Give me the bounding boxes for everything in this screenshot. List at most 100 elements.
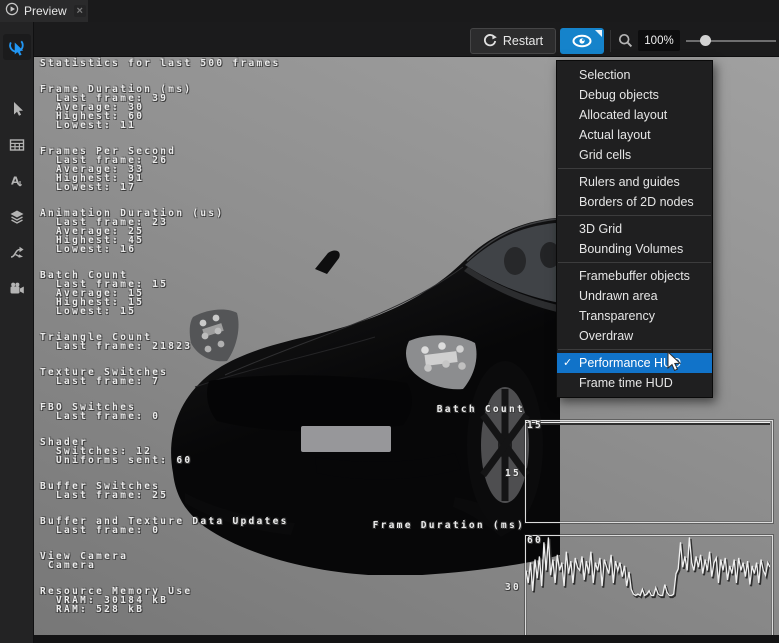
select-tool-button[interactable] — [3, 96, 31, 122]
hud-line: Last frame: 21823 — [40, 342, 289, 351]
mouse-cursor — [664, 351, 684, 373]
hud-stat-group: Animation Duration (us) Last frame: 23 A… — [40, 209, 289, 254]
hud-line: Uniforms sent: 60 — [40, 456, 289, 465]
preview-toolbar: Restart 100% — [34, 22, 779, 57]
menu-item-label: Allocated layout — [579, 108, 667, 122]
magnifier-icon — [618, 33, 633, 53]
toolbar-separator — [610, 30, 611, 52]
play-circle-icon — [5, 2, 19, 21]
camera-tool-button[interactable] — [3, 276, 31, 302]
menu-item-undrawn-area[interactable]: Undrawn area — [557, 286, 712, 306]
frame-chart-mid-label: 30 — [505, 583, 521, 592]
layers-icon — [9, 209, 25, 225]
frame-chart-title: Frame Duration (ms) — [305, 521, 525, 530]
menu-item-grid-cells[interactable]: Grid cells — [557, 145, 712, 165]
menu-item-borders-of-2d-nodes[interactable]: Borders of 2D nodes — [557, 192, 712, 212]
hud-stat-group: Texture Switches Last frame: 7 — [40, 368, 289, 386]
menu-item-overdraw[interactable]: Overdraw — [557, 326, 712, 346]
hud-stat-group: Triangle Count Last frame: 21823 — [40, 333, 289, 351]
hud-line: Statistics for last 500 frames — [40, 59, 289, 68]
tab-close-icon[interactable]: × — [74, 5, 86, 17]
dropdown-corner-icon — [595, 30, 602, 37]
menu-item-label: Transparency — [579, 309, 655, 323]
batch-count-chart — [525, 420, 773, 523]
menu-item-label: Overdraw — [579, 329, 633, 343]
hud-line: Lowest: 16 — [40, 245, 289, 254]
viewport-footer — [34, 635, 779, 643]
menu-item-label: 3D Grid — [579, 222, 622, 236]
visibility-dropdown-menu: Selection Debug objects Allocated layout Ac… — [556, 60, 713, 398]
menu-item-label: Rulers and guides — [579, 175, 680, 189]
menu-separator — [558, 349, 711, 350]
menu-item-label: Selection — [579, 68, 630, 82]
menu-item-label: Framebuffer objects — [579, 269, 690, 283]
menu-item-performance-hud[interactable]: ✓Performance HUD — [557, 353, 712, 373]
hud-stat-group: View Camera Camera — [40, 552, 289, 570]
grid-tool-button[interactable] — [3, 132, 31, 158]
hud-line: Last frame: 7 — [40, 377, 289, 386]
hud-stat-group: Buffer Switches Last frame: 25 — [40, 482, 289, 500]
layers-tool-button[interactable] — [3, 204, 31, 230]
branch-arrows-icon — [9, 245, 25, 261]
menu-item-label: Bounding Volumes — [579, 242, 683, 256]
menu-item-debug-objects[interactable]: Debug objects — [557, 85, 712, 105]
hud-line: Lowest: 15 — [40, 307, 289, 316]
hud-stat-group: Frame Duration (ms) Last frame: 39 Avera… — [40, 85, 289, 130]
eye-icon — [571, 34, 593, 48]
preview-window: Preview × A — [0, 0, 779, 643]
menu-item-allocated-layout[interactable]: Allocated layout — [557, 105, 712, 125]
hud-line: Last frame: 0 — [40, 526, 289, 535]
hud-line: Lowest: 17 — [40, 183, 289, 192]
menu-item-label: Debug objects — [579, 88, 659, 102]
video-camera-icon — [9, 281, 25, 297]
batch-chart-title: Batch Count — [305, 405, 525, 414]
hud-line: Camera — [40, 561, 289, 570]
checkmark-icon: ✓ — [563, 353, 572, 373]
grid-icon — [9, 137, 25, 153]
tab-bar: Preview × — [0, 0, 779, 22]
hud-stat-group: Frames Per Second Last frame: 26 Average… — [40, 147, 289, 192]
tool-sidebar: A — [0, 22, 34, 643]
menu-separator — [558, 262, 711, 263]
hud-line: Last frame: 0 — [40, 412, 289, 421]
menu-item-actual-layout[interactable]: Actual layout — [557, 125, 712, 145]
text-tool-button[interactable]: A — [3, 168, 31, 194]
menu-item-transparency[interactable]: Transparency — [557, 306, 712, 326]
hud-line: Lowest: 11 — [40, 121, 289, 130]
zoom-slider-handle[interactable] — [700, 35, 711, 46]
visibility-toggle-button[interactable] — [560, 28, 604, 54]
menu-item-bounding-volumes[interactable]: Bounding Volumes — [557, 239, 712, 259]
touch-cursor-icon — [8, 38, 26, 56]
menu-item-rulers-and-guides[interactable]: Rulers and guides — [557, 172, 712, 192]
hud-line: Last frame: 25 — [40, 491, 289, 500]
zoom-slider[interactable] — [686, 28, 776, 54]
hud-stat-group: FBO Switches Last frame: 0 — [40, 403, 289, 421]
batch-chart-max-label: 15 — [527, 421, 543, 430]
frame-duration-chart — [525, 535, 773, 635]
interactive-select-tool-button[interactable] — [3, 34, 31, 60]
menu-item-label: Grid cells — [579, 148, 631, 162]
menu-item-label: Undrawn area — [579, 289, 658, 303]
hud-stat-group: Resource Memory Use VRAM: 30184 kB RAM: … — [40, 587, 289, 614]
performance-hud: Statistics for last 500 frames Frame Dura… — [40, 59, 289, 631]
menu-item-label: Frame time HUD — [579, 376, 673, 390]
zoom-level-field[interactable]: 100% — [638, 30, 680, 51]
hud-stat-group: Batch Count Last frame: 15 Average: 15 H… — [40, 271, 289, 316]
chart-line-shadow — [527, 539, 770, 597]
tab-title: Preview — [24, 4, 67, 18]
menu-item-framebuffer-objects[interactable]: Framebuffer objects — [557, 266, 712, 286]
menu-item-frame-time-hud[interactable]: Frame time HUD — [557, 373, 712, 393]
connections-tool-button[interactable] — [3, 240, 31, 266]
text-icon: A — [9, 173, 25, 189]
restart-icon — [483, 34, 497, 48]
menu-separator — [558, 215, 711, 216]
arrow-cursor-icon — [9, 101, 25, 117]
svg-text:A: A — [11, 175, 20, 188]
restart-button[interactable]: Restart — [470, 28, 556, 54]
batch-chart-mid-label: 15 — [505, 469, 521, 478]
hud-line: RAM: 528 kB — [40, 605, 289, 614]
menu-item-selection[interactable]: Selection — [557, 65, 712, 85]
tab-preview[interactable]: Preview × — [0, 0, 88, 22]
menu-item-3d-grid[interactable]: 3D Grid — [557, 219, 712, 239]
hud-stat-group: Buffer and Texture Data Updates Last fra… — [40, 517, 289, 535]
